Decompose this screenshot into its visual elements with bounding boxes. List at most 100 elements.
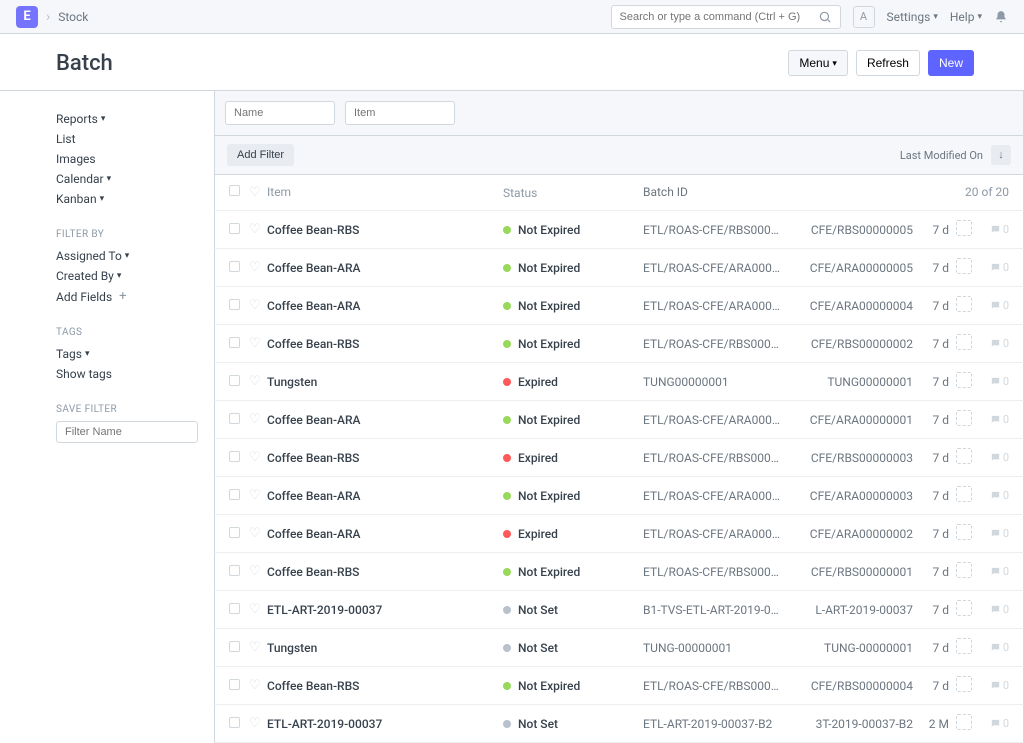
row-comments[interactable]: 0 — [975, 299, 1009, 312]
table-row[interactable]: ♡Coffee Bean-RBSNot ExpiredETL/ROAS-CFE/… — [214, 325, 1024, 363]
header-status[interactable]: Status — [503, 185, 643, 200]
row-comments[interactable]: 0 — [975, 641, 1009, 654]
sidebar-created-by[interactable]: Created By▾ — [56, 266, 198, 286]
row-comments[interactable]: 0 — [975, 375, 1009, 388]
row-comments[interactable]: 0 — [975, 565, 1009, 578]
row-assign[interactable] — [953, 258, 975, 277]
row-checkbox[interactable] — [229, 451, 249, 465]
row-checkbox[interactable] — [229, 299, 249, 313]
row-comments[interactable]: 0 — [975, 337, 1009, 350]
row-checkbox[interactable] — [229, 375, 249, 389]
row-like[interactable]: ♡ — [249, 640, 267, 655]
row-comments[interactable]: 0 — [975, 413, 1009, 426]
row-comments[interactable]: 0 — [975, 261, 1009, 274]
table-row[interactable]: ♡TungstenNot SetTUNG-00000001TUNG-000000… — [214, 629, 1024, 667]
filter-name-input[interactable] — [56, 421, 198, 443]
row-like[interactable]: ♡ — [249, 260, 267, 275]
sidebar-view-reports[interactable]: Reports ▾ — [56, 109, 198, 129]
search-input[interactable] — [620, 11, 818, 23]
row-checkbox[interactable] — [229, 527, 249, 541]
sidebar-show-tags[interactable]: Show tags — [56, 364, 198, 384]
row-assign[interactable] — [953, 600, 975, 619]
row-comments[interactable]: 0 — [975, 451, 1009, 464]
row-assign[interactable] — [953, 334, 975, 353]
row-checkbox[interactable] — [229, 223, 249, 237]
row-checkbox[interactable] — [229, 413, 249, 427]
header-batch-id[interactable]: Batch ID — [643, 185, 785, 200]
app-logo[interactable]: E — [16, 6, 38, 28]
row-like[interactable]: ♡ — [249, 526, 267, 541]
row-like[interactable]: ♡ — [249, 374, 267, 389]
row-assign[interactable] — [953, 676, 975, 695]
row-like[interactable]: ♡ — [249, 450, 267, 465]
row-assign[interactable] — [953, 372, 975, 391]
row-like[interactable]: ♡ — [249, 222, 267, 237]
table-row[interactable]: ♡Coffee Bean-RBSNot ExpiredETL/ROAS-CFE/… — [214, 553, 1024, 591]
table-row[interactable]: ♡Coffee Bean-ARANot ExpiredETL/ROAS-CFE/… — [214, 477, 1024, 515]
table-row[interactable]: ♡Coffee Bean-RBSNot ExpiredETL/ROAS-CFE/… — [214, 667, 1024, 705]
help-menu[interactable]: Help▾ — [950, 10, 982, 24]
table-row[interactable]: ♡Coffee Bean-ARAExpiredETL/ROAS-CFE/ARA0… — [214, 515, 1024, 553]
row-checkbox[interactable] — [229, 489, 249, 503]
row-like[interactable]: ♡ — [249, 488, 267, 503]
table-row[interactable]: ♡Coffee Bean-ARANot ExpiredETL/ROAS-CFE/… — [214, 249, 1024, 287]
notifications-icon[interactable] — [994, 10, 1008, 24]
row-checkbox[interactable] — [229, 679, 249, 693]
sort-direction-button[interactable]: ↓ — [991, 145, 1011, 165]
row-assign[interactable] — [953, 448, 975, 467]
row-checkbox[interactable] — [229, 603, 249, 617]
header-select-all[interactable] — [229, 185, 249, 200]
row-assign[interactable] — [953, 486, 975, 505]
add-filter-button[interactable]: Add Filter — [227, 144, 294, 166]
sidebar-tags-dropdown[interactable]: Tags▾ — [56, 344, 198, 364]
row-comments[interactable]: 0 — [975, 489, 1009, 502]
row-comments[interactable]: 0 — [975, 679, 1009, 692]
table-row[interactable]: ♡ETL-ART-2019-00037Not SetB1-TVS-ETL-ART… — [214, 591, 1024, 629]
refresh-button[interactable]: Refresh — [856, 50, 920, 76]
row-assign[interactable] — [953, 410, 975, 429]
sidebar-view-calendar[interactable]: Calendar ▾ — [56, 169, 198, 189]
new-button[interactable]: New — [928, 50, 974, 76]
sidebar-assigned-to[interactable]: Assigned To▾ — [56, 246, 198, 266]
row-like[interactable]: ♡ — [249, 336, 267, 351]
sidebar-view-list[interactable]: List — [56, 129, 198, 149]
table-row[interactable]: ♡ETL-ART-2019-00037Not SetETL-ART-2019-0… — [214, 705, 1024, 743]
filter-item-field[interactable] — [345, 101, 455, 125]
row-like[interactable]: ♡ — [249, 564, 267, 579]
row-like[interactable]: ♡ — [249, 298, 267, 313]
row-checkbox[interactable] — [229, 641, 249, 655]
row-comments[interactable]: 0 — [975, 603, 1009, 616]
row-checkbox[interactable] — [229, 261, 249, 275]
row-assign[interactable] — [953, 220, 975, 239]
sidebar-view-kanban[interactable]: Kanban ▾ — [56, 189, 198, 209]
row-assign[interactable] — [953, 296, 975, 315]
row-assign[interactable] — [953, 638, 975, 657]
row-assign[interactable] — [953, 562, 975, 581]
row-comments[interactable]: 0 — [975, 223, 1009, 236]
row-comments[interactable]: 0 — [975, 527, 1009, 540]
sidebar-view-images[interactable]: Images — [56, 149, 198, 169]
sort-label[interactable]: Last Modified On — [900, 149, 983, 162]
row-like[interactable]: ♡ — [249, 602, 267, 617]
filter-name-field[interactable] — [225, 101, 335, 125]
menu-button[interactable]: Menu▾ — [788, 50, 848, 76]
row-assign[interactable] — [953, 714, 975, 733]
row-comments[interactable]: 0 — [975, 717, 1009, 730]
row-like[interactable]: ♡ — [249, 716, 267, 731]
row-checkbox[interactable] — [229, 717, 249, 731]
row-checkbox[interactable] — [229, 565, 249, 579]
table-row[interactable]: ♡Coffee Bean-ARANot ExpiredETL/ROAS-CFE/… — [214, 287, 1024, 325]
global-search[interactable] — [611, 5, 841, 29]
header-item[interactable]: Item — [267, 185, 503, 200]
table-row[interactable]: ♡TungstenExpiredTUNG00000001TUNG00000001… — [214, 363, 1024, 401]
row-assign[interactable] — [953, 524, 975, 543]
table-row[interactable]: ♡Coffee Bean-RBSNot ExpiredETL/ROAS-CFE/… — [214, 211, 1024, 249]
row-like[interactable]: ♡ — [249, 678, 267, 693]
table-row[interactable]: ♡Coffee Bean-ARANot ExpiredETL/ROAS-CFE/… — [214, 401, 1024, 439]
breadcrumb-stock[interactable]: Stock — [58, 10, 88, 24]
settings-menu[interactable]: Settings▾ — [887, 10, 938, 24]
row-checkbox[interactable] — [229, 337, 249, 351]
table-row[interactable]: ♡Coffee Bean-RBSExpiredETL/ROAS-CFE/RBS0… — [214, 439, 1024, 477]
user-avatar[interactable]: A — [853, 6, 875, 28]
row-like[interactable]: ♡ — [249, 412, 267, 427]
